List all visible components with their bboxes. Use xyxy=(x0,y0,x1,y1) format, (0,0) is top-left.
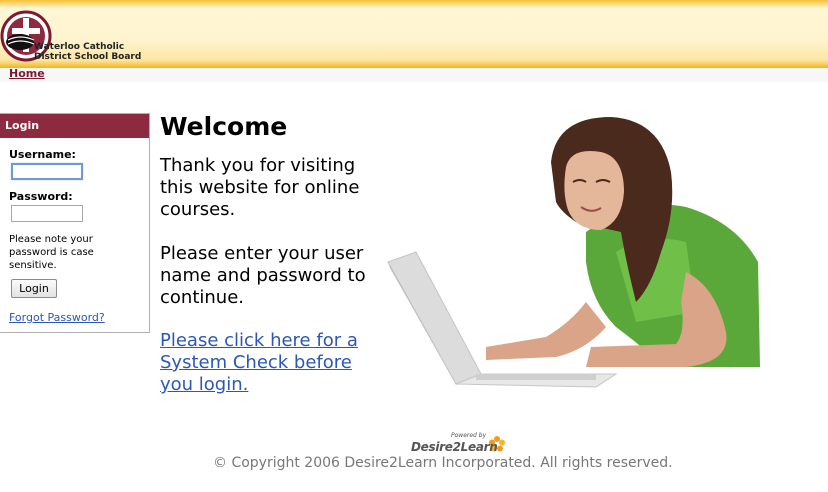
system-check-link[interactable]: Please click here for a System Check bef… xyxy=(160,330,375,396)
copyright-text: © Copyright 2006 Desire2Learn Incorporat… xyxy=(213,455,673,471)
password-label: Password: xyxy=(9,190,73,203)
login-button[interactable]: Login xyxy=(11,279,57,298)
powered-by-label: Powered by xyxy=(451,432,487,439)
org-name-line2: District School Board xyxy=(34,52,142,62)
desire2learn-logo: Desire2Learn xyxy=(411,440,498,454)
forgot-password-link[interactable]: Forgot Password? xyxy=(9,311,105,324)
case-sensitive-note: Please note your password is case sensit… xyxy=(9,234,94,271)
password-input[interactable] xyxy=(11,205,83,222)
intro-text: Thank you for visiting this website for … xyxy=(160,155,360,220)
instruction-text: Please enter your user name and password… xyxy=(160,243,366,308)
page-title: Welcome xyxy=(160,112,288,141)
username-input[interactable] xyxy=(11,163,83,180)
nav-bar xyxy=(0,68,828,82)
org-name-line1: Waterloo Catholic xyxy=(34,42,125,52)
login-panel: Login Username: Password: Please note yo… xyxy=(0,113,150,333)
username-label: Username: xyxy=(9,148,76,161)
org-name: Waterloo Catholic District School Board xyxy=(34,42,141,62)
site-header: Waterloo Catholic District School Board xyxy=(0,0,828,68)
home-link[interactable]: Home xyxy=(9,67,45,80)
login-panel-title: Login xyxy=(0,114,149,138)
student-laptop-photo xyxy=(386,112,762,397)
